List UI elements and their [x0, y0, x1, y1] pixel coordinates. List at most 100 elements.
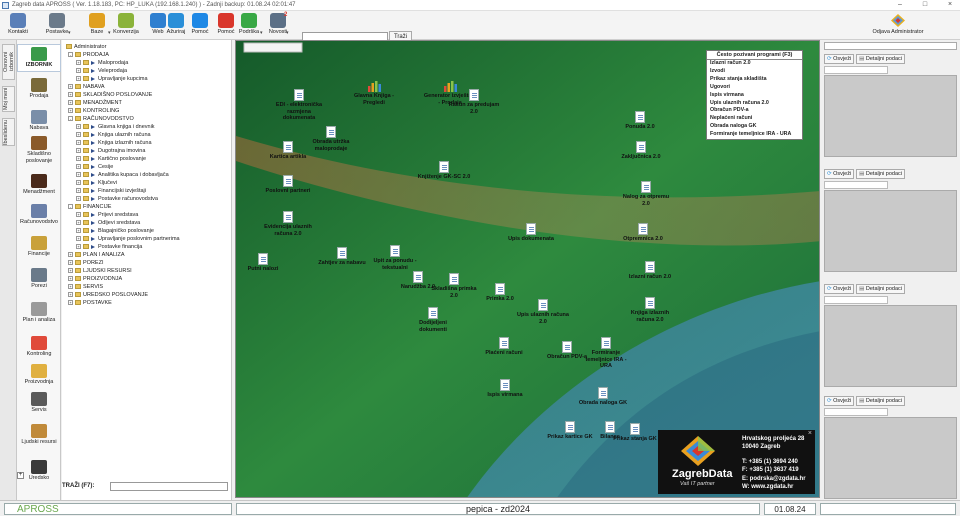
- expand-icon[interactable]: +: [76, 188, 81, 194]
- desktop-shortcut[interactable]: Ispis virmana: [478, 379, 532, 399]
- module-plan[interactable]: Plan i analiza: [17, 302, 61, 324]
- module-menu[interactable]: IZBORNIK: [17, 44, 61, 72]
- refresh-button[interactable]: ⟳ Osvježi: [824, 169, 855, 179]
- module-finance[interactable]: Financije: [17, 236, 61, 258]
- tree-node[interactable]: - RAČUNOVODSTVO: [68, 116, 134, 123]
- tree-item[interactable]: + Blagajničko poslovanje: [76, 228, 154, 235]
- toolbar-contacts-button[interactable]: Kontakti: [6, 13, 30, 39]
- chevron-down-icon[interactable]: ▾: [286, 30, 289, 36]
- expand-icon[interactable]: +: [76, 180, 81, 186]
- collapse-icon[interactable]: -: [68, 204, 73, 210]
- refresh-button[interactable]: ⟳ Osvježi: [824, 396, 855, 406]
- expand-icon[interactable]: +: [76, 148, 81, 154]
- tree-item[interactable]: + Maloprodaja: [76, 60, 128, 67]
- tree-node[interactable]: + MENADŽMENT: [68, 100, 122, 107]
- expand-icon[interactable]: +: [68, 300, 73, 306]
- frequent-program-item[interactable]: Ispis virmana: [707, 92, 802, 100]
- tab-third[interactable]: Ibeslidenu: [2, 118, 15, 146]
- chevron-down-icon[interactable]: ▾: [108, 30, 111, 36]
- tree-item[interactable]: + Upravljanje poslovnim partnerima: [76, 236, 180, 243]
- frequent-program-item[interactable]: Ugovori: [707, 84, 802, 92]
- toolbar-database-button[interactable]: Baze ▾: [82, 13, 112, 39]
- tab-main-menu[interactable]: Osnovni izbornik: [2, 44, 15, 80]
- expand-icon[interactable]: +: [68, 276, 73, 282]
- refresh-button[interactable]: ⟳ Osvježi: [824, 54, 855, 64]
- tree-item[interactable]: + Cesije: [76, 164, 113, 171]
- desktop-shortcut[interactable]: Evidencija ulaznih računa 2.0: [261, 211, 315, 237]
- toolbar-update-button[interactable]: Ažuriraj: [164, 13, 188, 39]
- tree-item[interactable]: + Kartično poslovanje: [76, 156, 146, 163]
- expand-icon[interactable]: +: [76, 244, 81, 250]
- maximize-button[interactable]: □: [918, 1, 932, 8]
- refresh-button[interactable]: ⟳ Osvježi: [824, 284, 855, 294]
- expand-icon[interactable]: +: [76, 68, 81, 74]
- desktop-shortcut[interactable]: Upis dokumenata: [504, 223, 558, 243]
- tree-item[interactable]: + Knjiga ulaznih računa: [76, 132, 151, 139]
- desktop-shortcut[interactable]: Izlazni račun 2.0: [623, 261, 677, 281]
- module-production[interactable]: Proizvodnja: [17, 364, 61, 386]
- desktop-shortcut[interactable]: Prikaz stanja GK: [608, 423, 662, 443]
- desktop-shortcut[interactable]: Zahtjev za nabavu: [315, 247, 369, 267]
- collapse-icon[interactable]: -: [68, 116, 73, 122]
- tree-node[interactable]: - PRODAJA: [68, 52, 109, 59]
- frequent-program-item[interactable]: Obrada naloga GK: [707, 123, 802, 131]
- frequent-program-item[interactable]: Neplaćeni računi: [707, 115, 802, 123]
- expand-icon[interactable]: +: [76, 132, 81, 138]
- expand-icon[interactable]: +: [76, 236, 81, 242]
- expand-icon[interactable]: +: [76, 156, 81, 162]
- expand-icon[interactable]: +: [68, 252, 73, 258]
- module-service[interactable]: Servis: [17, 392, 61, 414]
- logout-button[interactable]: Odjava Administrator: [870, 13, 926, 39]
- tree-item[interactable]: + Prijevi sredstava: [76, 212, 138, 219]
- expand-icon[interactable]: +: [68, 92, 73, 98]
- info-panel-filter[interactable]: [824, 408, 888, 416]
- toolbar-help-button[interactable]: Pomoć: [188, 13, 212, 39]
- tree-item[interactable]: + Analitika kupaca i dobavljača: [76, 172, 169, 179]
- tree-node[interactable]: + NABAVA: [68, 84, 105, 91]
- expand-icon[interactable]: +: [68, 100, 73, 106]
- chevron-down-icon[interactable]: ▾: [260, 30, 263, 36]
- tree-item[interactable]: + Veleprodaja: [76, 68, 127, 75]
- tree-node[interactable]: + SERVIS: [68, 284, 103, 291]
- module-hr[interactable]: Ljudski resursi: [17, 424, 61, 446]
- tree-item[interactable]: + Postavke računovodstva: [76, 196, 158, 203]
- desktop-shortcut[interactable]: Kartica artikla: [261, 141, 315, 161]
- module-purchase[interactable]: Nabava: [17, 110, 61, 132]
- expand-icon[interactable]: +: [76, 76, 81, 82]
- tree-node[interactable]: + KONTROLING: [68, 108, 119, 115]
- tree-item[interactable]: + Glavna knjiga i dnevnik: [76, 124, 155, 131]
- desktop-shortcut[interactable]: Obrada naloga GK: [576, 387, 630, 407]
- desktop-shortcut[interactable]: Upis ulaznih računa 2.0: [516, 299, 570, 325]
- frequent-program-item[interactable]: Formiranje temeljnice IRA - URA: [707, 131, 802, 139]
- desktop-shortcut[interactable]: Putni nalozi: [236, 253, 290, 273]
- desktop-shortcut[interactable]: Upit za ponudu - tekstualni: [368, 245, 422, 271]
- details-button[interactable]: ▤ Detaljni podaci: [856, 54, 905, 64]
- module-tax[interactable]: Porezi: [17, 268, 61, 290]
- expand-icon[interactable]: +: [76, 212, 81, 218]
- expand-icon[interactable]: +: [68, 268, 73, 274]
- frequent-program-item[interactable]: Prikaz stanja skladišta: [707, 76, 802, 84]
- tree-item[interactable]: + Ključevi: [76, 180, 117, 187]
- tree-node[interactable]: + SKLADIŠNO POSLOVANJE: [68, 92, 152, 99]
- desktop-shortcut[interactable]: Zaključnica 2.0: [614, 141, 668, 161]
- expand-icon[interactable]: +: [76, 172, 81, 178]
- tab-my-menu[interactable]: Moj meni: [2, 86, 15, 112]
- expand-icon[interactable]: +: [68, 260, 73, 266]
- tree-node[interactable]: - FINANCIJE: [68, 204, 111, 211]
- expand-icon[interactable]: +: [76, 228, 81, 234]
- tree-item[interactable]: + Odljevi sredstava: [76, 220, 140, 227]
- tree-node[interactable]: + POREZI: [68, 260, 103, 267]
- collapse-icon[interactable]: -: [68, 52, 73, 58]
- info-panel-filter[interactable]: [824, 66, 888, 74]
- expand-icon[interactable]: +: [68, 284, 73, 290]
- expand-icon[interactable]: +: [76, 220, 81, 226]
- module-accounting[interactable]: Računovodstvo: [17, 204, 61, 226]
- tree-search-input[interactable]: [110, 482, 228, 491]
- contact-close-button[interactable]: ×: [808, 430, 812, 437]
- toolbar-conversion-button[interactable]: Konverzija: [113, 13, 139, 39]
- tree-node[interactable]: + POSTAVKE: [68, 300, 112, 307]
- module-warehouse[interactable]: Skladišno poslovanje: [17, 136, 61, 164]
- desktop-shortcut[interactable]: Ponuda 2.0: [613, 111, 667, 131]
- desktop-shortcut[interactable]: Račun za predujam 2.0: [447, 89, 501, 115]
- desktop-shortcut[interactable]: Poslovni partneri: [261, 175, 315, 195]
